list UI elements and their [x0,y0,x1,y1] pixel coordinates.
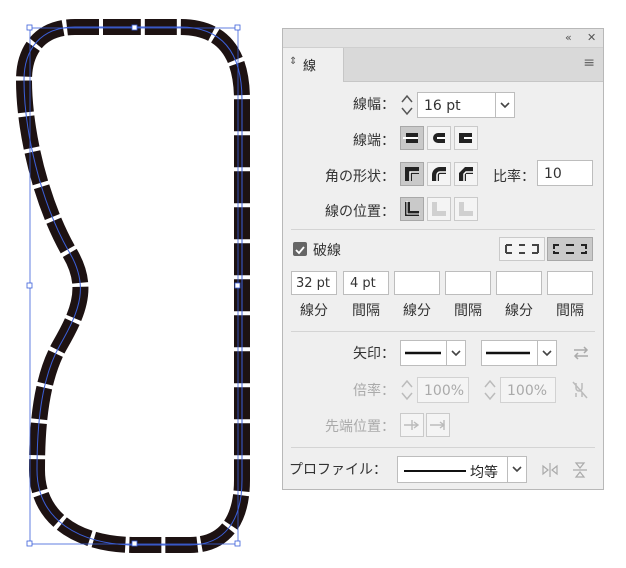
separator [291,229,595,230]
profile-select[interactable]: 均等 [397,456,507,483]
round-join-icon [432,167,446,181]
round-join-button[interactable] [427,162,451,186]
flip-vertical-icon[interactable] [571,461,589,479]
dash-2-label: 線分 [403,303,431,319]
gap-1-value: 4 pt [350,276,376,291]
limit-value: 10 [544,166,562,182]
projecting-cap-button[interactable] [454,126,478,150]
projecting-cap-icon [459,133,472,143]
separator [291,331,595,332]
dash-align-corners-button[interactable] [547,237,593,261]
align-center-icon [405,201,420,216]
bevel-join-icon [459,167,473,181]
weight-stepper[interactable] [400,92,414,118]
miter-join-button[interactable] [400,162,424,186]
gap-2-input[interactable] [445,271,491,295]
scale-end-stepper[interactable] [483,377,497,403]
butt-cap-icon [403,133,418,143]
dash-1-label: 線分 [300,303,328,319]
dash-3-label: 線分 [505,303,533,319]
chevron-down-icon [512,466,522,473]
scale-start-stepper[interactable] [400,377,414,403]
profile-label: プロファイル： [289,462,387,478]
gap-1-label: 間隔 [352,303,380,319]
tab-expand-icon[interactable]: ⇕ [289,56,297,67]
panel-titlebar[interactable]: « ✕ [283,29,603,48]
dashed-checkbox[interactable] [293,242,307,256]
profile-value: 均等 [470,465,498,481]
round-cap-icon [433,133,445,143]
dash-align-corners-icon [553,244,587,254]
scale-end-input[interactable]: 100% [500,377,556,403]
limit-input[interactable]: 10 [537,160,593,186]
dash-preserve-icon [505,244,539,254]
dash-1-value: 32 pt [296,276,331,291]
arrow-align-label: 先端位置： [325,419,395,435]
stroke-panel: « ✕ ⇕ 線 ≡ 線幅： 16 pt 線端： 角の形状： 比率： 10 線の位… [282,28,604,490]
arrow-label: 矢印： [353,346,395,362]
gap-1-input[interactable]: 4 pt [343,271,389,295]
dash-1-input[interactable]: 32 pt [291,271,337,295]
arrow-start-select[interactable] [400,340,446,366]
path-outline [23,26,243,546]
dash-2-input[interactable] [394,271,440,295]
weight-input[interactable]: 16 pt [417,92,495,118]
scale-label: 倍率： [353,383,395,399]
chevron-down-icon [451,350,461,357]
gap-3-label: 間隔 [556,303,584,319]
dash-preserve-button[interactable] [499,237,545,261]
align-center-button[interactable] [400,197,424,221]
round-cap-button[interactable] [427,126,451,150]
scale-start-input[interactable]: 100% [417,377,469,403]
chevron-down-icon [542,350,552,357]
align-outside-button[interactable] [454,197,478,221]
close-icon[interactable]: ✕ [587,31,596,45]
panel-menu-icon[interactable]: ≡ [583,55,595,71]
unlink-icon[interactable] [569,379,591,401]
selection-handles[interactable] [26,24,241,547]
arrow-tip-place-button[interactable] [426,413,450,437]
scale-end-value: 100% [507,383,548,399]
bevel-join-button[interactable] [454,162,478,186]
line-none-icon [486,351,530,355]
arrow-tip-extend-button[interactable] [400,413,424,437]
flip-horizontal-icon[interactable] [541,461,559,479]
stroke-path-dashed[interactable] [15,19,250,553]
line-none-icon [405,351,441,355]
corner-label: 角の形状： [325,169,395,185]
butt-cap-button[interactable] [400,126,424,150]
arrow-place-icon [430,420,446,430]
dashed-label: 破線 [313,243,341,259]
checkmark-icon [295,246,305,255]
align-inside-button[interactable] [427,197,451,221]
arrow-end-select[interactable] [481,340,537,366]
miter-join-icon [405,167,419,181]
dash-3-input[interactable] [496,271,542,295]
profile-dropdown[interactable] [507,456,527,483]
gap-2-label: 間隔 [454,303,482,319]
selection-bounding-box [29,27,239,545]
separator [291,447,595,448]
cap-label: 線端： [353,133,395,149]
uniform-profile-icon [404,470,466,472]
align-inside-icon [432,202,446,216]
arrow-extend-icon [404,420,420,430]
arrow-end-dropdown[interactable] [537,340,557,366]
tab-stroke-label: 線 [303,59,317,74]
gap-3-input[interactable] [547,271,593,295]
arrow-start-dropdown[interactable] [446,340,466,366]
align-outside-icon [459,202,473,216]
weight-dropdown[interactable] [495,92,515,118]
swap-arrows-icon[interactable] [571,343,591,363]
scale-start-value: 100% [424,383,465,399]
weight-label: 線幅： [353,97,395,113]
artboard-canvas[interactable] [0,0,280,568]
weight-value: 16 pt [424,98,461,114]
chevron-down-icon [500,102,510,109]
align-label: 線の位置： [325,204,395,220]
limit-label: 比率： [493,169,535,185]
panel-tab-row: ⇕ 線 ≡ [283,48,603,82]
tab-stroke[interactable]: ⇕ 線 [283,48,344,82]
collapse-icon[interactable]: « [565,31,572,45]
